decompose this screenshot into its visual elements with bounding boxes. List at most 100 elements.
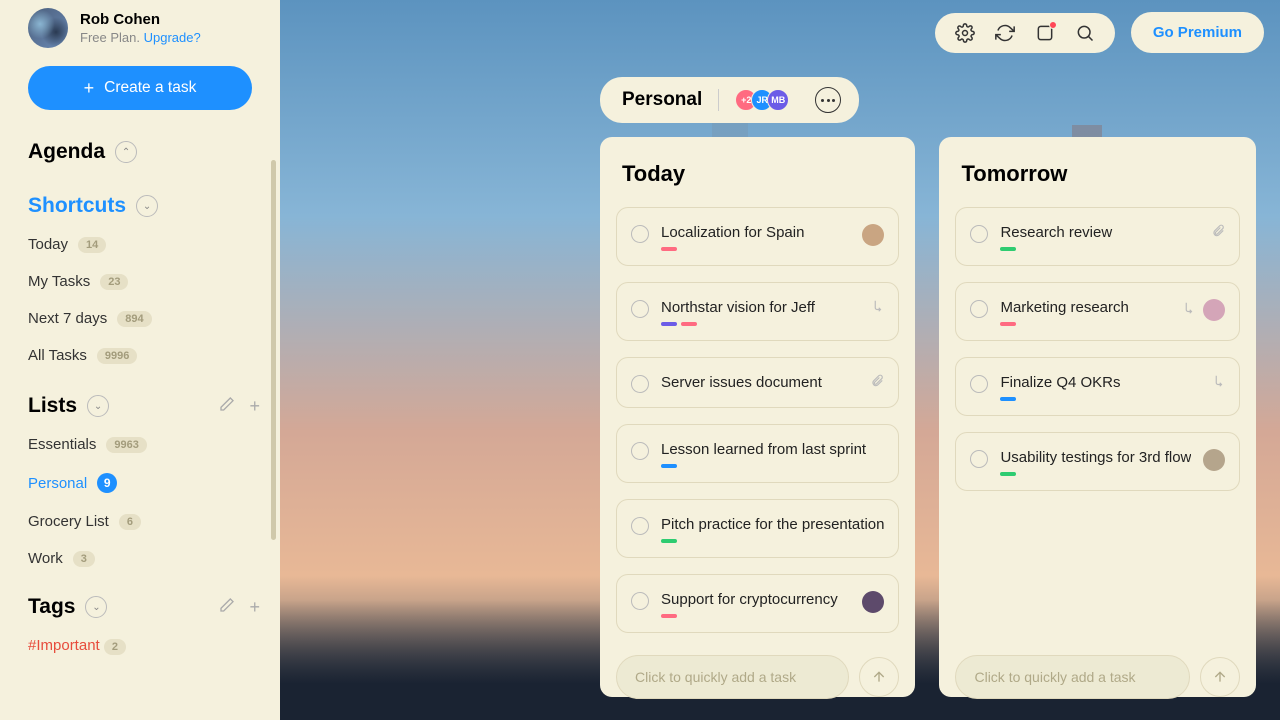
- agenda-header[interactable]: Agenda ⌃: [28, 140, 260, 164]
- task-title: Northstar vision for Jeff: [661, 299, 858, 316]
- nav-label: Today: [28, 236, 68, 253]
- add-tag-icon[interactable]: +: [249, 597, 260, 618]
- shortcuts-header[interactable]: Shortcuts ⌄: [28, 194, 260, 218]
- assignee-avatar: [862, 591, 884, 613]
- board-more-button[interactable]: [815, 87, 841, 113]
- task-checkbox[interactable]: [631, 442, 649, 460]
- nav-label: Work: [28, 550, 63, 567]
- plan-text: Free Plan. Upgrade?: [80, 30, 201, 45]
- task-tag: [661, 322, 677, 326]
- task-checkbox[interactable]: [631, 225, 649, 243]
- task-card[interactable]: Northstar vision for Jeff: [616, 282, 899, 341]
- lists-section: Lists ⌄ + Essentials9963 Personal 9 Grocery…: [0, 394, 280, 567]
- edit-icon[interactable]: [219, 597, 235, 618]
- task-title: Lesson learned from last sprint: [661, 441, 884, 458]
- sidebar-item-next-7-days[interactable]: Next 7 days 894: [28, 310, 260, 327]
- create-task-button[interactable]: + Create a task: [28, 66, 252, 110]
- quick-add: Click to quickly add a task: [955, 655, 1240, 699]
- notifications-icon[interactable]: [1035, 23, 1055, 43]
- task-tag: [661, 614, 677, 618]
- go-premium-button[interactable]: Go Premium: [1131, 12, 1264, 53]
- nav-label: Personal: [28, 475, 87, 492]
- quick-add-submit[interactable]: [1200, 657, 1240, 697]
- task-title: Finalize Q4 OKRs: [1000, 374, 1199, 391]
- sidebar-scrollbar[interactable]: [271, 160, 276, 540]
- more-icon: [821, 99, 835, 102]
- count-badge: 9: [97, 473, 117, 493]
- task-card[interactable]: Research review: [955, 207, 1240, 266]
- tags-header[interactable]: Tags ⌄ +: [28, 595, 260, 619]
- task-card[interactable]: Usability testings for 3rd flow: [955, 432, 1240, 491]
- assignee-avatar: [862, 224, 884, 246]
- count-badge: 14: [78, 237, 106, 253]
- plus-icon: +: [84, 79, 95, 97]
- search-icon[interactable]: [1075, 23, 1095, 43]
- task-checkbox[interactable]: [970, 450, 988, 468]
- sidebar-item-my-tasks[interactable]: My Tasks 23: [28, 273, 260, 290]
- profile[interactable]: Rob Cohen Free Plan. Upgrade?: [0, 8, 280, 48]
- lists-title: Lists: [28, 394, 77, 418]
- quick-add-input[interactable]: Click to quickly add a task: [616, 655, 849, 699]
- create-task-label: Create a task: [104, 79, 196, 97]
- count-badge: 23: [100, 274, 128, 290]
- collaborators[interactable]: +2 JR MB: [735, 89, 789, 111]
- attachment-icon: [1211, 224, 1225, 243]
- tags-section: Tags ⌄ + #Important 2: [0, 595, 280, 654]
- tag-important[interactable]: #Important 2: [28, 637, 260, 654]
- sidebar-list-essentials[interactable]: Essentials9963: [28, 436, 260, 453]
- task-card[interactable]: Marketing research: [955, 282, 1240, 341]
- assignee-avatar: [1203, 449, 1225, 471]
- columns: TodayLocalization for SpainNorthstar vis…: [600, 137, 1280, 697]
- lists-header[interactable]: Lists ⌄ +: [28, 394, 260, 418]
- settings-icon[interactable]: [955, 23, 975, 43]
- task-checkbox[interactable]: [970, 375, 988, 393]
- edit-icon[interactable]: [219, 396, 235, 417]
- nav-label: Essentials: [28, 436, 96, 453]
- task-card[interactable]: Localization for Spain: [616, 207, 899, 266]
- sidebar-list-work[interactable]: Work3: [28, 550, 260, 567]
- sidebar-item-today[interactable]: Today 14: [28, 236, 260, 253]
- chevron-down-icon: ⌄: [136, 195, 158, 217]
- task-card[interactable]: Server issues document: [616, 357, 899, 408]
- sidebar-list-personal[interactable]: Personal 9: [28, 473, 260, 493]
- sync-icon[interactable]: [995, 23, 1015, 43]
- main-board: Go Premium Personal +2 JR MB TodayLocali…: [280, 0, 1280, 720]
- sidebar-item-all-tasks[interactable]: All Tasks9996: [28, 347, 260, 364]
- topbar-icon-group: [935, 13, 1115, 53]
- agenda-title: Agenda: [28, 140, 105, 164]
- task-checkbox[interactable]: [631, 375, 649, 393]
- user-avatar[interactable]: [28, 8, 68, 48]
- agenda-section: Agenda ⌃: [0, 140, 280, 164]
- task-tag: [1000, 472, 1016, 476]
- task-checkbox[interactable]: [970, 225, 988, 243]
- task-card[interactable]: Lesson learned from last sprint: [616, 424, 899, 483]
- task-checkbox[interactable]: [631, 517, 649, 535]
- task-title: Support for cryptocurrency: [661, 591, 850, 608]
- column-tomorrow: TomorrowResearch reviewMarketing researc…: [939, 137, 1256, 697]
- task-title: Research review: [1000, 224, 1199, 241]
- nav-label: Next 7 days: [28, 310, 107, 327]
- task-tag: [1000, 397, 1016, 401]
- quick-add-input[interactable]: Click to quickly add a task: [955, 655, 1190, 699]
- notification-dot: [1049, 21, 1057, 29]
- task-card[interactable]: Finalize Q4 OKRs: [955, 357, 1240, 416]
- task-checkbox[interactable]: [631, 592, 649, 610]
- add-list-icon[interactable]: +: [249, 396, 260, 417]
- task-title: Server issues document: [661, 374, 858, 391]
- task-card[interactable]: Pitch practice for the presentation: [616, 499, 899, 558]
- task-tag: [661, 464, 677, 468]
- shortcuts-section: Shortcuts ⌄ Today 14 My Tasks 23 Next 7 days…: [0, 194, 280, 364]
- sidebar-list-grocery-list[interactable]: Grocery List6: [28, 513, 260, 530]
- task-checkbox[interactable]: [631, 300, 649, 318]
- attachment-icon: [870, 374, 884, 393]
- task-tag: [661, 247, 677, 251]
- upgrade-link[interactable]: Upgrade?: [144, 30, 201, 45]
- nav-label: My Tasks: [28, 273, 90, 290]
- task-tag: [1000, 247, 1016, 251]
- quick-add-submit[interactable]: [859, 657, 899, 697]
- sidebar: Rob Cohen Free Plan. Upgrade? + Create a…: [0, 0, 280, 720]
- task-checkbox[interactable]: [970, 300, 988, 318]
- task-card[interactable]: Support for cryptocurrency: [616, 574, 899, 633]
- count-badge: 894: [117, 311, 151, 327]
- shortcuts-title: Shortcuts: [28, 194, 126, 218]
